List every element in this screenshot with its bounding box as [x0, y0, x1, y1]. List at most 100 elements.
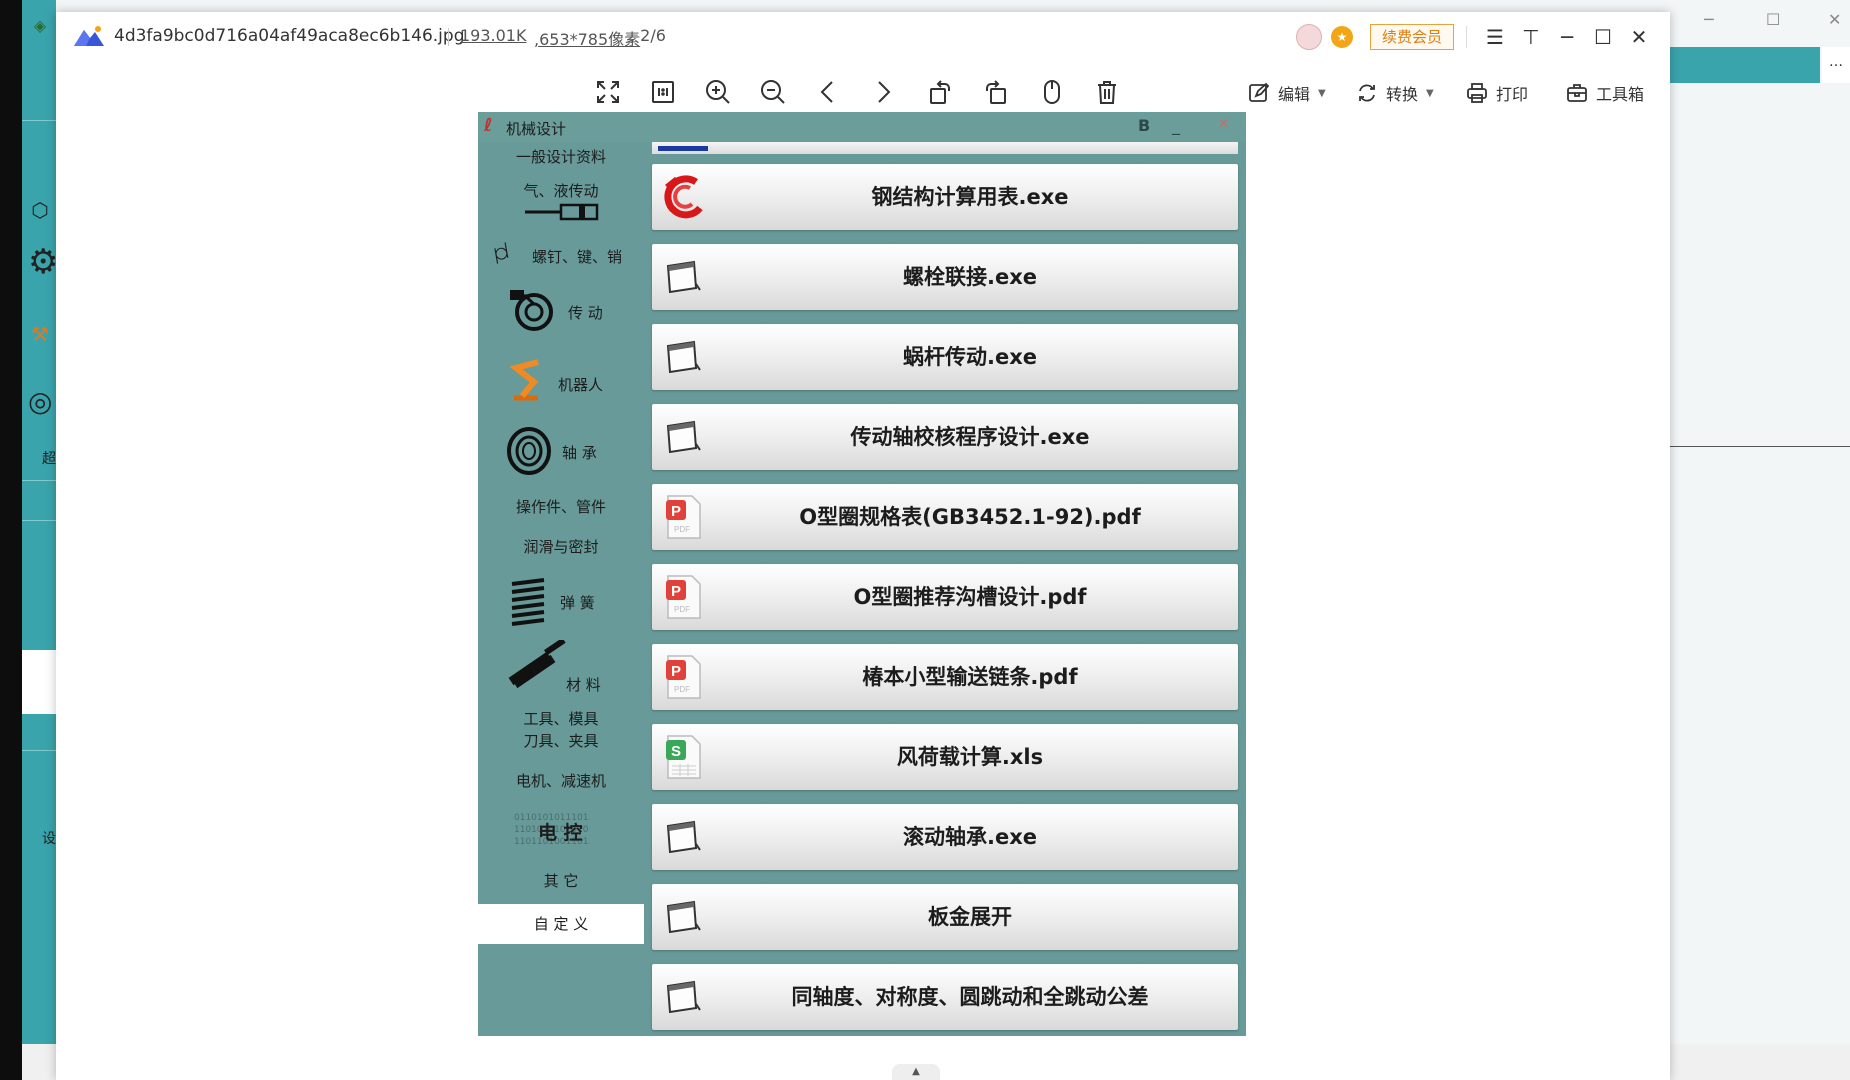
rotate-left-icon[interactable]	[922, 74, 958, 110]
minimize-icon[interactable]: ─	[1704, 10, 1714, 29]
title-divider	[448, 28, 449, 46]
embedded-app-title: 机械设计	[506, 120, 567, 138]
nav-item-motors: 电机、减速机	[478, 768, 644, 794]
list-item: 蜗杆传动.exe	[652, 324, 1238, 390]
mouse-icon[interactable]	[1034, 74, 1070, 110]
nav-item-spring: 弹 簧	[478, 574, 644, 628]
nav-label: 螺钉、键、销	[532, 248, 623, 266]
mountain-logo-icon	[74, 26, 104, 46]
close-icon[interactable]: ✕	[1828, 10, 1841, 29]
close-icon[interactable]: ✕	[1624, 22, 1654, 52]
program-label: 蜗杆传动.exe	[902, 345, 1037, 369]
title-divider	[1466, 26, 1467, 48]
print-label: 打印	[1496, 85, 1529, 104]
nav-item-general: 一般设计资料	[478, 144, 644, 170]
toolbox-label: 工具箱	[1596, 85, 1645, 104]
menu-icon[interactable]: ☰	[1480, 22, 1510, 52]
embedded-title-bar: ℓ 机械设计 B _ ✕	[478, 112, 1246, 142]
maximize-icon[interactable]: ☐	[1766, 10, 1780, 29]
minimize-icon[interactable]: ─	[1552, 22, 1582, 52]
convert-icon	[1359, 84, 1375, 102]
cube-icon: ⬡	[31, 198, 49, 222]
window-app-icon	[666, 420, 701, 454]
nav-item-pipes: 操作件、管件	[478, 494, 644, 520]
renew-vip-button[interactable]: 续费会员	[1370, 24, 1454, 50]
nav-item-tools-molds: 工具、模具	[478, 708, 644, 730]
image-viewer-window: 4d3fa9bc0d716a04af49aca8ec6b146.jpg 193.…	[56, 12, 1670, 1080]
thumbnail-toggle-icon[interactable]: ▲	[892, 1064, 940, 1080]
background-sidebar: ◈ ⬡ ⚙ ⚒ ◎ 超 设	[22, 0, 59, 1044]
window-app-icon	[666, 260, 701, 294]
file-size[interactable]: 193.01K	[460, 26, 526, 45]
pdf-file-icon: P PDF	[666, 495, 701, 539]
program-label: 传动轴校核程序设计.exe	[850, 425, 1090, 449]
fullscreen-icon[interactable]	[590, 74, 626, 110]
sidebar-selected-item[interactable]	[22, 650, 56, 714]
convert-label: 转换	[1386, 85, 1419, 104]
nav-item-other: 其 它	[478, 866, 644, 896]
file-dimensions[interactable]: ,653*785像素	[534, 26, 640, 50]
svg-text:PDF: PDF	[674, 605, 690, 614]
vip-badge-icon[interactable]: ★	[1331, 26, 1353, 48]
nav-label: 操作件、管件	[515, 498, 606, 516]
convert-button[interactable]: 转换 ▼	[1356, 80, 1434, 106]
window-app-icon	[666, 900, 701, 934]
svg-text:P: P	[671, 583, 681, 600]
print-button[interactable]: 打印	[1466, 80, 1528, 106]
embedded-b-label: B	[1138, 116, 1151, 135]
edit-label: 编辑	[1278, 85, 1311, 104]
toolbox-button[interactable]: 工具箱	[1566, 80, 1644, 106]
robot-arm-icon: ⚒	[31, 322, 49, 346]
program-label: 钢结构计算用表.exe	[871, 185, 1069, 209]
print-icon	[1467, 83, 1487, 103]
more-icon[interactable]: …	[1822, 47, 1850, 83]
avatar-icon[interactable]	[1296, 24, 1322, 50]
nav-label: 传 动	[568, 304, 603, 322]
bolt-icon: ⌭	[485, 235, 517, 271]
svg-text:P: P	[671, 503, 681, 520]
window-app-icon	[666, 820, 701, 854]
bearing-icon: ◎	[28, 385, 53, 418]
gear-icon: ⚙	[28, 242, 59, 282]
edit-button[interactable]: 编辑 ▼	[1248, 80, 1326, 106]
actual-size-icon[interactable]	[645, 74, 681, 110]
spring-icon	[511, 578, 545, 626]
nav-label: 其 它	[543, 872, 579, 890]
window-app-icon	[666, 340, 701, 374]
nav-label: 自 定 义	[533, 915, 589, 933]
progress-fragment	[658, 146, 708, 151]
previous-icon[interactable]	[810, 74, 846, 110]
zoom-out-icon[interactable]	[755, 74, 791, 110]
pin-icon[interactable]: ⊤	[1516, 22, 1546, 52]
nav-label: 电 控	[538, 822, 583, 844]
program-label: O型圈规格表(GB3452.1-92).pdf	[799, 505, 1141, 529]
list-item: 螺栓联接.exe	[652, 244, 1238, 310]
sidebar-text-1: 超	[42, 451, 56, 467]
rotate-right-icon[interactable]	[978, 74, 1014, 110]
background-header-bar	[1668, 47, 1820, 83]
program-label: O型圈推荐沟槽设计.pdf	[853, 585, 1087, 609]
delete-icon[interactable]	[1089, 74, 1125, 110]
gear-transmission-icon	[510, 290, 553, 331]
desktop-edge	[0, 0, 22, 1080]
nav-label: 刀具、夹具	[523, 732, 599, 750]
bearing-icon	[507, 427, 551, 475]
sidebar-text-2: 设	[42, 831, 56, 847]
list-item: P PDF O型圈推荐沟槽设计.pdf	[652, 564, 1238, 630]
list-item: 传动轴校核程序设计.exe	[652, 404, 1238, 470]
svg-text:PDF: PDF	[674, 685, 690, 694]
svg-text:S: S	[671, 743, 681, 760]
title-bar: 4d3fa9bc0d716a04af49aca8ec6b146.jpg 193.…	[56, 12, 1670, 62]
next-icon[interactable]	[865, 74, 901, 110]
nav-item-lubrication: 润滑与密封	[478, 534, 644, 560]
category-nav: 一般设计资料 气、液传动 ⌭ 螺钉、键、销 传 动 机器人 轴 承 操作件、管件…	[478, 142, 644, 1036]
nav-item-transmission: 传 动	[478, 282, 644, 340]
spreadsheet-file-icon: S	[666, 735, 701, 779]
list-item-partial	[652, 142, 1238, 154]
maximize-icon[interactable]: ☐	[1588, 22, 1618, 52]
program-label: 风荷载计算.xls	[896, 745, 1044, 769]
swirl-app-icon	[664, 175, 703, 219]
zoom-in-icon[interactable]	[700, 74, 736, 110]
sidebar-divider	[22, 120, 56, 121]
displayed-image[interactable]: ℓ 机械设计 B _ ✕ 一般设计资料 气、液传动 ⌭ 螺钉、键、销 传 动 机…	[478, 112, 1246, 1036]
